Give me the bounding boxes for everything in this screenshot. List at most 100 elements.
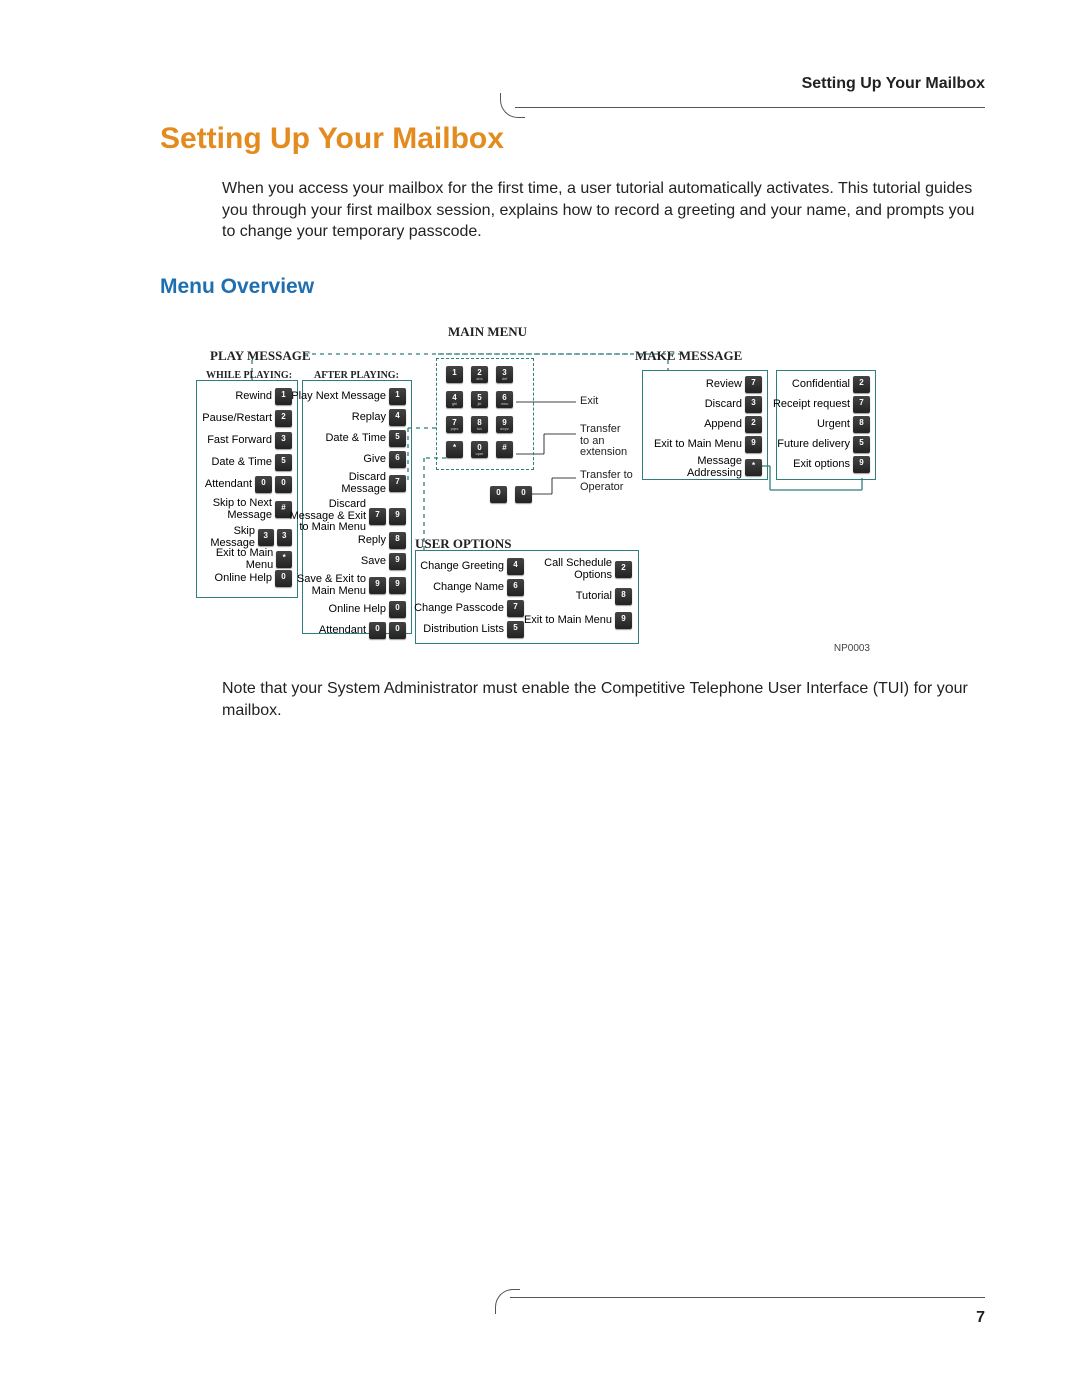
menu-row: Pause/Restart2 bbox=[202, 410, 292, 427]
key-1: 1 bbox=[446, 366, 463, 383]
menu-row: Confidential2 bbox=[792, 376, 870, 393]
key-0: 0 bbox=[369, 622, 386, 639]
running-header-title: Setting Up Your Mailbox bbox=[160, 75, 985, 93]
menu-row-label: Message Addressing bbox=[687, 456, 742, 479]
menu-row-label: Give bbox=[363, 454, 386, 466]
menu-row-label: Save bbox=[361, 556, 386, 568]
menu-row-label: Attendant bbox=[319, 625, 366, 637]
menu-row-label: Attendant bbox=[205, 479, 252, 491]
menu-row: Attendant00 bbox=[205, 476, 292, 493]
menu-row: Replay4 bbox=[352, 409, 406, 426]
menu-row: Skip to Next Message# bbox=[213, 498, 292, 521]
menu-row-label: Date & Time bbox=[325, 433, 386, 445]
key-1: 1 bbox=[389, 388, 406, 405]
menu-row-label: Save & Exit to Main Menu bbox=[297, 574, 366, 597]
key-1: 1 bbox=[275, 388, 292, 405]
menu-row: Discard Message7 bbox=[341, 472, 406, 495]
menu-row-label: Receipt request bbox=[773, 399, 850, 411]
key-9: 9 bbox=[615, 612, 632, 629]
page-title: Setting Up Your Mailbox bbox=[160, 122, 504, 156]
menu-row-label: Tutorial bbox=[576, 591, 612, 603]
menu-row: Online Help0 bbox=[329, 601, 406, 618]
menu-row-label: Confidential bbox=[792, 379, 850, 391]
menu-row-label: Fast Forward bbox=[207, 435, 272, 447]
make-message-label: MAKE MESSAGE bbox=[635, 348, 742, 364]
key-2: 2 bbox=[275, 410, 292, 427]
menu-row-label: Discard Message & Exit to Main Menu bbox=[290, 499, 366, 534]
menu-row: Message Addressing* bbox=[687, 456, 762, 479]
page-footer: 7 bbox=[155, 1287, 985, 1327]
key-3: 3 bbox=[258, 529, 274, 546]
menu-row: Date & Time5 bbox=[325, 430, 406, 447]
menu-row-label: Pause/Restart bbox=[202, 413, 272, 425]
key-9: 9 bbox=[496, 416, 513, 433]
menu-row: Future delivery5 bbox=[777, 436, 870, 453]
menu-row: Receipt request7 bbox=[773, 396, 870, 413]
running-header: Setting Up Your Mailbox bbox=[160, 75, 985, 119]
key-5: 5 bbox=[389, 430, 406, 447]
menu-row-label: Exit to Main Menu bbox=[524, 615, 612, 627]
menu-row: Tutorial8 bbox=[576, 588, 632, 605]
menu-row: Exit options9 bbox=[793, 456, 870, 473]
menu-row-label: Call Schedule Options bbox=[544, 558, 612, 581]
menu-row: Change Name6 bbox=[433, 579, 524, 596]
key-9: 9 bbox=[389, 508, 406, 525]
intro-paragraph: When you access your mailbox for the fir… bbox=[222, 178, 975, 243]
menu-row: Discard3 bbox=[705, 396, 762, 413]
menu-row-label: Exit to Main Menu bbox=[654, 439, 742, 451]
menu-row: Save9 bbox=[361, 553, 406, 570]
menu-row-label: Change Name bbox=[433, 582, 504, 594]
menu-row: Change Greeting4 bbox=[420, 558, 524, 575]
menu-row: Review7 bbox=[706, 376, 762, 393]
key-0: 0 bbox=[515, 486, 532, 503]
menu-row: Rewind1 bbox=[235, 388, 292, 405]
key-9: 9 bbox=[853, 456, 870, 473]
key-0: 0 bbox=[255, 476, 272, 493]
menu-row-label: Future delivery bbox=[777, 439, 850, 451]
menu-row-label: Replay bbox=[352, 412, 386, 424]
key-3: 3 bbox=[275, 432, 292, 449]
menu-row-label: Skip to Next Message bbox=[213, 498, 272, 521]
key-6: 6 bbox=[389, 451, 406, 468]
menu-row: Date & Time5 bbox=[211, 454, 292, 471]
menu-row: Change Passcode7 bbox=[414, 600, 524, 617]
key-2: 2 bbox=[615, 561, 632, 578]
key-0: 0 bbox=[490, 486, 507, 503]
key-9: 9 bbox=[745, 436, 762, 453]
key-*: * bbox=[446, 441, 463, 458]
menu-row-label: Discard Message bbox=[341, 472, 386, 495]
key-7: 7 bbox=[853, 396, 870, 413]
key-8: 8 bbox=[471, 416, 488, 433]
key-2: 2 bbox=[745, 416, 762, 433]
menu-overview-diagram: MAIN MENU PLAY MESSAGE MAKE MESSAGE USER… bbox=[192, 318, 878, 658]
menu-row-label: Exit options bbox=[793, 459, 850, 471]
menu-row-label: Date & Time bbox=[211, 457, 272, 469]
key-0: 0 bbox=[389, 601, 406, 618]
main-transfer-ext-label: Transfer to an extension bbox=[580, 424, 627, 459]
main-transfer-op-label: Transfer to Operator bbox=[580, 470, 633, 493]
menu-row-label: Play Next Message bbox=[291, 391, 386, 403]
key-*: * bbox=[276, 551, 292, 568]
menu-row-label: Online Help bbox=[329, 604, 386, 616]
menu-row: Append2 bbox=[704, 416, 762, 433]
main-exit-label: Exit bbox=[580, 396, 598, 408]
menu-row-label: Append bbox=[704, 419, 742, 431]
key-9: 9 bbox=[369, 577, 386, 594]
menu-row: Skip Message33 bbox=[192, 526, 292, 549]
menu-row-label: Skip Message bbox=[192, 526, 255, 549]
key-5: 5 bbox=[471, 391, 488, 408]
menu-row: Exit to Main Menu9 bbox=[524, 612, 632, 629]
key-4: 4 bbox=[389, 409, 406, 426]
key-#: # bbox=[496, 441, 513, 458]
key-2: 2 bbox=[471, 366, 488, 383]
key-0: 0 bbox=[275, 570, 292, 587]
key-6: 6 bbox=[496, 391, 513, 408]
menu-row: Reply8 bbox=[358, 532, 406, 549]
key-5: 5 bbox=[507, 621, 524, 638]
note-paragraph: Note that your System Administrator must… bbox=[222, 678, 975, 721]
main-menu-label: MAIN MENU bbox=[448, 324, 527, 340]
key-8: 8 bbox=[389, 532, 406, 549]
key-3: 3 bbox=[496, 366, 513, 383]
main-menu-keypad: 123456789*0# bbox=[446, 366, 513, 466]
menu-row-label: Distribution Lists bbox=[423, 624, 504, 636]
